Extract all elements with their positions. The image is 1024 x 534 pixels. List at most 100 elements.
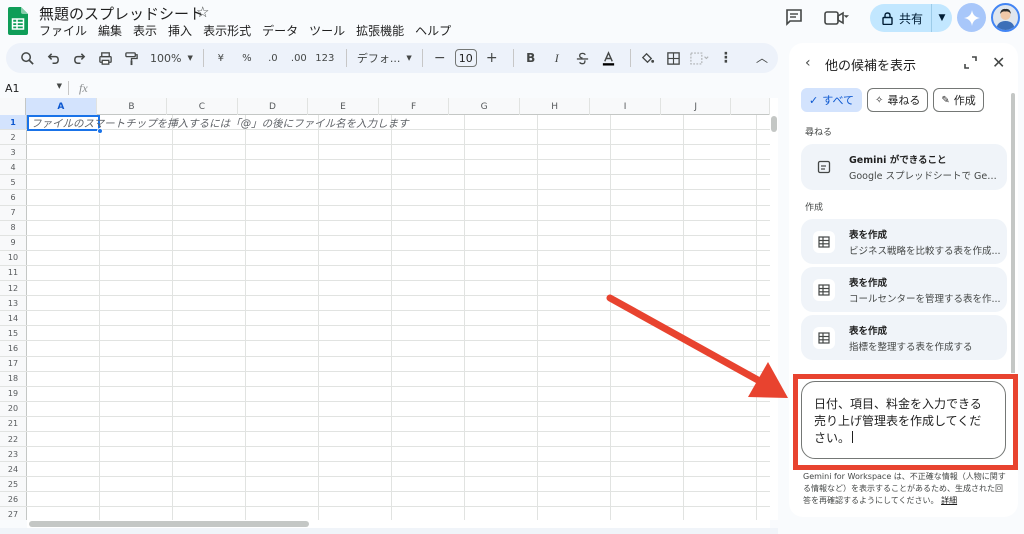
panel-scrollbar[interactable] bbox=[1011, 93, 1015, 383]
menu-edit[interactable]: 編集 bbox=[98, 22, 128, 39]
back-arrow-icon[interactable]: ‹ bbox=[805, 55, 811, 71]
font-size-input[interactable]: 10 bbox=[454, 49, 477, 67]
row-header[interactable]: 27 bbox=[0, 507, 27, 520]
menu-tools[interactable]: ツール bbox=[309, 22, 351, 39]
chip-create[interactable]: ✎ 作成 bbox=[933, 88, 984, 112]
menu-data[interactable]: データ bbox=[262, 22, 304, 39]
select-all-corner[interactable] bbox=[0, 98, 27, 115]
row-header[interactable]: 4 bbox=[0, 160, 27, 175]
row-cells[interactable] bbox=[27, 220, 770, 235]
zoom-select[interactable]: 100% ▼ bbox=[146, 52, 197, 65]
row-cells[interactable] bbox=[27, 447, 770, 462]
font-select[interactable]: デフォ... ▼ bbox=[353, 50, 416, 66]
column-header-h[interactable]: H bbox=[520, 98, 591, 115]
row-header[interactable]: 22 bbox=[0, 431, 27, 447]
row-header[interactable]: 16 bbox=[0, 341, 27, 356]
comment-icon[interactable] bbox=[785, 8, 803, 26]
text-color-button[interactable] bbox=[598, 46, 620, 70]
document-title[interactable]: 無題のスプレッドシート bbox=[39, 3, 204, 24]
menu-file[interactable]: ファイル bbox=[39, 22, 93, 39]
row-cells[interactable] bbox=[27, 431, 770, 447]
row-cells[interactable] bbox=[27, 401, 770, 416]
row-cells[interactable] bbox=[27, 416, 770, 431]
menu-extensions[interactable]: 拡張機能 bbox=[356, 22, 410, 39]
currency-format-button[interactable]: ¥ bbox=[210, 46, 232, 70]
row-header[interactable]: 20 bbox=[0, 401, 27, 416]
collapse-menus-icon[interactable]: ︿ bbox=[756, 49, 768, 66]
row-cells[interactable] bbox=[27, 386, 770, 401]
sheets-logo-icon[interactable] bbox=[8, 7, 28, 35]
row-header[interactable]: 17 bbox=[0, 356, 27, 371]
row-cells[interactable] bbox=[27, 281, 770, 296]
column-header-d[interactable]: D bbox=[238, 98, 309, 115]
search-menus-button[interactable] bbox=[16, 46, 38, 70]
vertical-scrollbar[interactable] bbox=[770, 98, 778, 520]
expand-icon[interactable] bbox=[964, 56, 977, 69]
name-box[interactable]: A1 ▼ bbox=[0, 82, 68, 95]
details-link[interactable]: 詳細 bbox=[941, 496, 957, 505]
row-cells[interactable] bbox=[27, 296, 770, 311]
column-header-b[interactable]: B bbox=[97, 98, 168, 115]
column-header-f[interactable]: F bbox=[379, 98, 450, 115]
font-size-increase-button[interactable]: + bbox=[481, 46, 503, 70]
undo-button[interactable] bbox=[42, 46, 64, 70]
scrollbar-thumb[interactable] bbox=[771, 116, 777, 132]
row-header[interactable]: 21 bbox=[0, 416, 27, 431]
percent-format-button[interactable]: % bbox=[236, 46, 258, 70]
column-header-e[interactable]: E bbox=[308, 98, 379, 115]
fill-color-button[interactable] bbox=[637, 46, 659, 70]
strikethrough-button[interactable] bbox=[572, 46, 594, 70]
spreadsheet-grid[interactable]: A B C D E F G H I J 1 2 3 4 5 6 7 8 9 10… bbox=[0, 98, 770, 520]
row-cells[interactable] bbox=[27, 311, 770, 326]
share-dropdown-icon[interactable]: ▼ bbox=[932, 13, 952, 23]
borders-button[interactable] bbox=[663, 46, 685, 70]
row-header[interactable]: 9 bbox=[0, 235, 27, 250]
menu-view[interactable]: 表示 bbox=[133, 22, 163, 39]
row-header[interactable]: 14 bbox=[0, 311, 27, 326]
row-header[interactable]: 3 bbox=[0, 145, 27, 160]
suggestion-card-create-table[interactable]: 表を作成 コールセンターを管理する表を作... bbox=[801, 267, 1007, 312]
row-header[interactable]: 10 bbox=[0, 250, 27, 265]
row-header[interactable]: 2 bbox=[0, 130, 27, 145]
column-header-k[interactable] bbox=[731, 98, 770, 115]
row-cells[interactable] bbox=[27, 341, 770, 356]
row-cells[interactable] bbox=[27, 371, 770, 386]
print-button[interactable] bbox=[94, 46, 116, 70]
row-cells[interactable] bbox=[27, 175, 770, 190]
row-cells[interactable] bbox=[27, 235, 770, 250]
row-cells[interactable] bbox=[27, 462, 770, 477]
row-header[interactable]: 8 bbox=[0, 220, 27, 235]
row-header[interactable]: 6 bbox=[0, 190, 27, 205]
suggestion-card-create-table[interactable]: 表を作成 指標を整理する表を作成する bbox=[801, 315, 1007, 360]
suggestion-card-create-table[interactable]: 表を作成 ビジネス戦略を比較する表を作成... bbox=[801, 219, 1007, 264]
column-header-c[interactable]: C bbox=[167, 98, 238, 115]
row-cells[interactable] bbox=[27, 190, 770, 205]
row-header[interactable]: 26 bbox=[0, 492, 27, 507]
row-cells[interactable] bbox=[27, 492, 770, 507]
chip-all[interactable]: ✓ すべて bbox=[801, 88, 863, 112]
more-options-icon[interactable]: ⋮ bbox=[715, 46, 737, 70]
video-call-icon[interactable] bbox=[823, 9, 853, 27]
row-cells[interactable] bbox=[27, 130, 770, 145]
close-icon[interactable]: ✕ bbox=[992, 53, 1005, 72]
row-cells[interactable] bbox=[27, 477, 770, 492]
row-header[interactable]: 19 bbox=[0, 386, 27, 401]
horizontal-scrollbar[interactable] bbox=[27, 520, 770, 528]
italic-button[interactable]: I bbox=[546, 46, 568, 70]
row-cells[interactable] bbox=[27, 205, 770, 220]
row-header[interactable]: 23 bbox=[0, 447, 27, 462]
row-cells[interactable] bbox=[27, 250, 770, 265]
font-size-decrease-button[interactable]: − bbox=[429, 46, 451, 70]
row-header[interactable]: 5 bbox=[0, 175, 27, 190]
star-icon[interactable]: ☆ bbox=[196, 3, 209, 21]
menu-format[interactable]: 表示形式 bbox=[203, 22, 257, 39]
column-header-i[interactable]: I bbox=[590, 98, 661, 115]
column-header-j[interactable]: J bbox=[661, 98, 732, 115]
menu-insert[interactable]: 挿入 bbox=[168, 22, 198, 39]
row-header[interactable]: 24 bbox=[0, 462, 27, 477]
row-cells[interactable] bbox=[27, 265, 770, 281]
increase-decimal-button[interactable]: .00 bbox=[288, 46, 310, 70]
row-header[interactable]: 25 bbox=[0, 477, 27, 492]
menu-help[interactable]: ヘルプ bbox=[415, 22, 457, 39]
row-header[interactable]: 1 bbox=[0, 115, 27, 130]
